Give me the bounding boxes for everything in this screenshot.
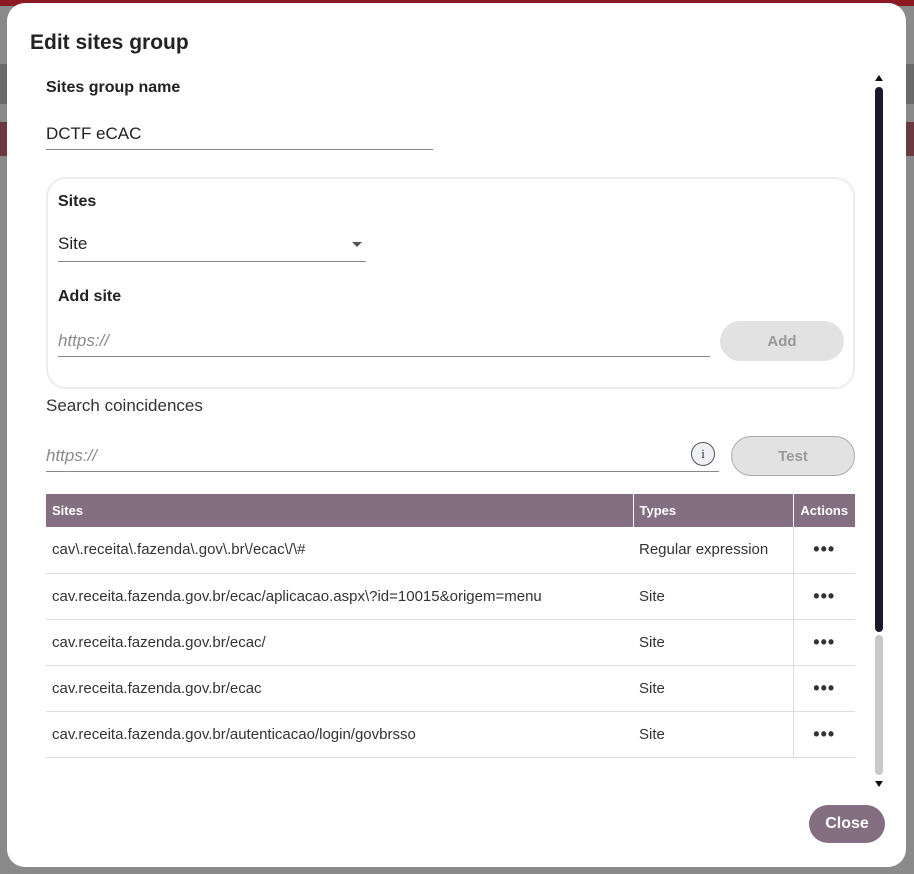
info-icon[interactable]: i [691,442,715,466]
table-row: cav.receita.fazenda.gov.br/ecac Site ••• [46,665,855,712]
type-cell: Site [633,711,793,758]
site-cell: cav.receita.fazenda.gov.br/ecac [46,665,633,712]
add-site-input[interactable] [58,326,710,357]
site-cell: cav.receita.fazenda.gov.br/autenticacao/… [46,711,633,758]
site-type-select-value: Site [58,234,88,253]
group-name-label: Sites group name [46,79,181,96]
row-actions-more-icon[interactable]: ••• [792,619,855,666]
sites-section-title: Sites [58,193,97,210]
search-coincidences-input[interactable] [46,441,719,472]
table-row: cav.receita.fazenda.gov.br/ecac/ Site ••… [46,619,855,666]
test-button[interactable]: Test [731,436,855,476]
site-cell: cav\.receita\.fazenda\.gov\.br\/ecac\/\# [46,527,633,574]
type-cell: Site [633,619,793,666]
row-actions-more-icon[interactable]: ••• [792,527,855,574]
search-coincidences-label: Search coincidences [46,396,203,415]
site-type-select[interactable]: Site [58,229,366,262]
column-header-types[interactable]: Types [633,494,794,527]
table-row: cav.receita.fazenda.gov.br/ecac/aplicaca… [46,573,855,620]
row-actions-more-icon[interactable]: ••• [792,665,855,712]
sites-table: Sites Types Actions cav\.receita\.fazend… [46,494,855,758]
chevron-down-icon [352,242,362,247]
row-actions-more-icon[interactable]: ••• [792,573,855,620]
type-cell: Regular expression [633,527,793,574]
table-row: cav\.receita\.fazenda\.gov\.br\/ecac\/\#… [46,527,855,574]
sites-section: Sites Site Add site Add [46,177,855,389]
vertical-scrollbar[interactable] [874,75,885,787]
scroll-up-arrow-icon[interactable] [875,75,883,81]
column-header-sites[interactable]: Sites [46,494,634,527]
table-header-row: Sites Types Actions [46,494,855,527]
scrollbar-thumb[interactable] [875,87,883,632]
column-header-actions: Actions [793,494,855,527]
type-cell: Site [633,573,793,620]
close-button[interactable]: Close [809,805,885,843]
type-cell: Site [633,665,793,712]
group-name-input[interactable] [46,119,433,150]
scroll-down-arrow-icon[interactable] [875,781,883,787]
site-cell: cav.receita.fazenda.gov.br/ecac/aplicaca… [46,573,633,620]
edit-sites-group-dialog: Edit sites group Sites group name Sites … [7,3,906,867]
table-row: cav.receita.fazenda.gov.br/autenticacao/… [46,711,855,758]
scrollbar-track-remainder [875,635,883,775]
row-actions-more-icon[interactable]: ••• [792,711,855,758]
dialog-title: Edit sites group [30,31,189,54]
add-site-button[interactable]: Add [720,321,844,361]
add-site-label: Add site [58,288,122,305]
site-cell: cav.receita.fazenda.gov.br/ecac/ [46,619,633,666]
